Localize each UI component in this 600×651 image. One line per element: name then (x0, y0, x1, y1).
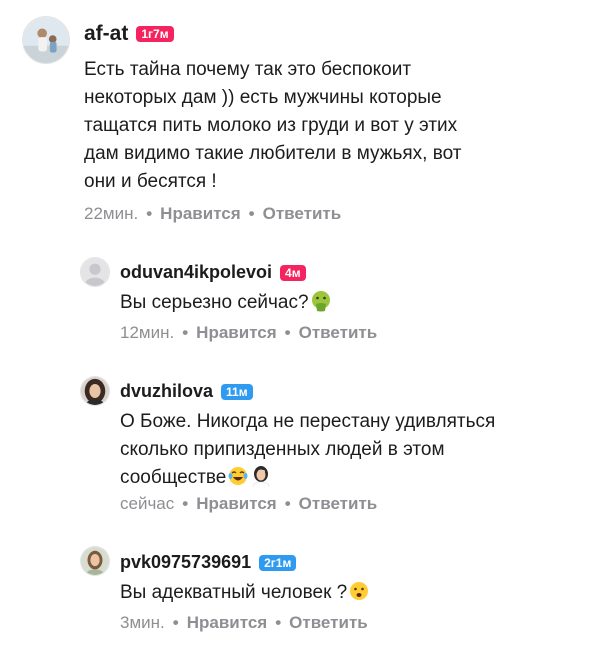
timestamp: 3мин. (120, 613, 165, 632)
like-button[interactable]: Нравится (196, 494, 277, 513)
status-badge: 2г1м (259, 554, 297, 571)
comment-meta: 12мин. • Нравится • Ответить (120, 323, 377, 343)
reply-button[interactable]: Ответить (263, 204, 342, 223)
status-badge: 11м (221, 383, 253, 400)
avatar[interactable] (80, 546, 110, 576)
separator: • (284, 494, 291, 513)
frowning-face-icon (348, 580, 370, 602)
username[interactable]: pvk0975739691 (120, 552, 251, 573)
separator: • (248, 204, 255, 223)
reply-button[interactable]: Ответить (299, 494, 378, 513)
separator: • (172, 613, 179, 632)
timestamp: 22мин. (84, 204, 139, 223)
username[interactable]: af-at (84, 22, 128, 46)
avatar[interactable] (80, 257, 110, 287)
timestamp: 12мин. (120, 323, 175, 342)
separator: • (284, 323, 291, 342)
username[interactable]: oduvan4ikpolevoi (120, 262, 272, 283)
comment-text: Есть тайна почему так это беспокоит неко… (84, 59, 462, 192)
avatar[interactable] (22, 16, 70, 64)
like-button[interactable]: Нравится (160, 204, 241, 223)
facepalm-woman-icon (250, 465, 272, 487)
like-button[interactable]: Нравится (187, 613, 268, 632)
status-badge: 1г7м (136, 26, 174, 42)
separator: • (146, 204, 153, 223)
reply-button[interactable]: Ответить (289, 613, 368, 632)
separator: • (182, 494, 189, 513)
separator: • (182, 323, 189, 342)
timestamp: сейчас (120, 494, 175, 513)
username[interactable]: dvuzhilova (120, 381, 213, 402)
vomiting-face-icon (310, 290, 332, 312)
status-badge: 4м (280, 264, 306, 281)
comment-meta: сейчас • Нравится • Ответить (120, 494, 377, 514)
comment-text: Вы адекватный человек ? (120, 579, 370, 607)
like-button[interactable]: Нравится (196, 323, 277, 342)
comment-text: О Боже. Никогда не перестану удивляться … (120, 411, 496, 488)
comment-text: Вы серьезно сейчас? (120, 289, 332, 317)
reply-button[interactable]: Ответить (299, 323, 378, 342)
separator: • (275, 613, 282, 632)
avatar[interactable] (80, 376, 110, 406)
comment-meta: 3мин. • Нравится • Ответить (120, 613, 368, 633)
comment-meta: 22мин. • Нравится • Ответить (84, 204, 341, 224)
tears-of-joy-face-icon (227, 465, 249, 487)
